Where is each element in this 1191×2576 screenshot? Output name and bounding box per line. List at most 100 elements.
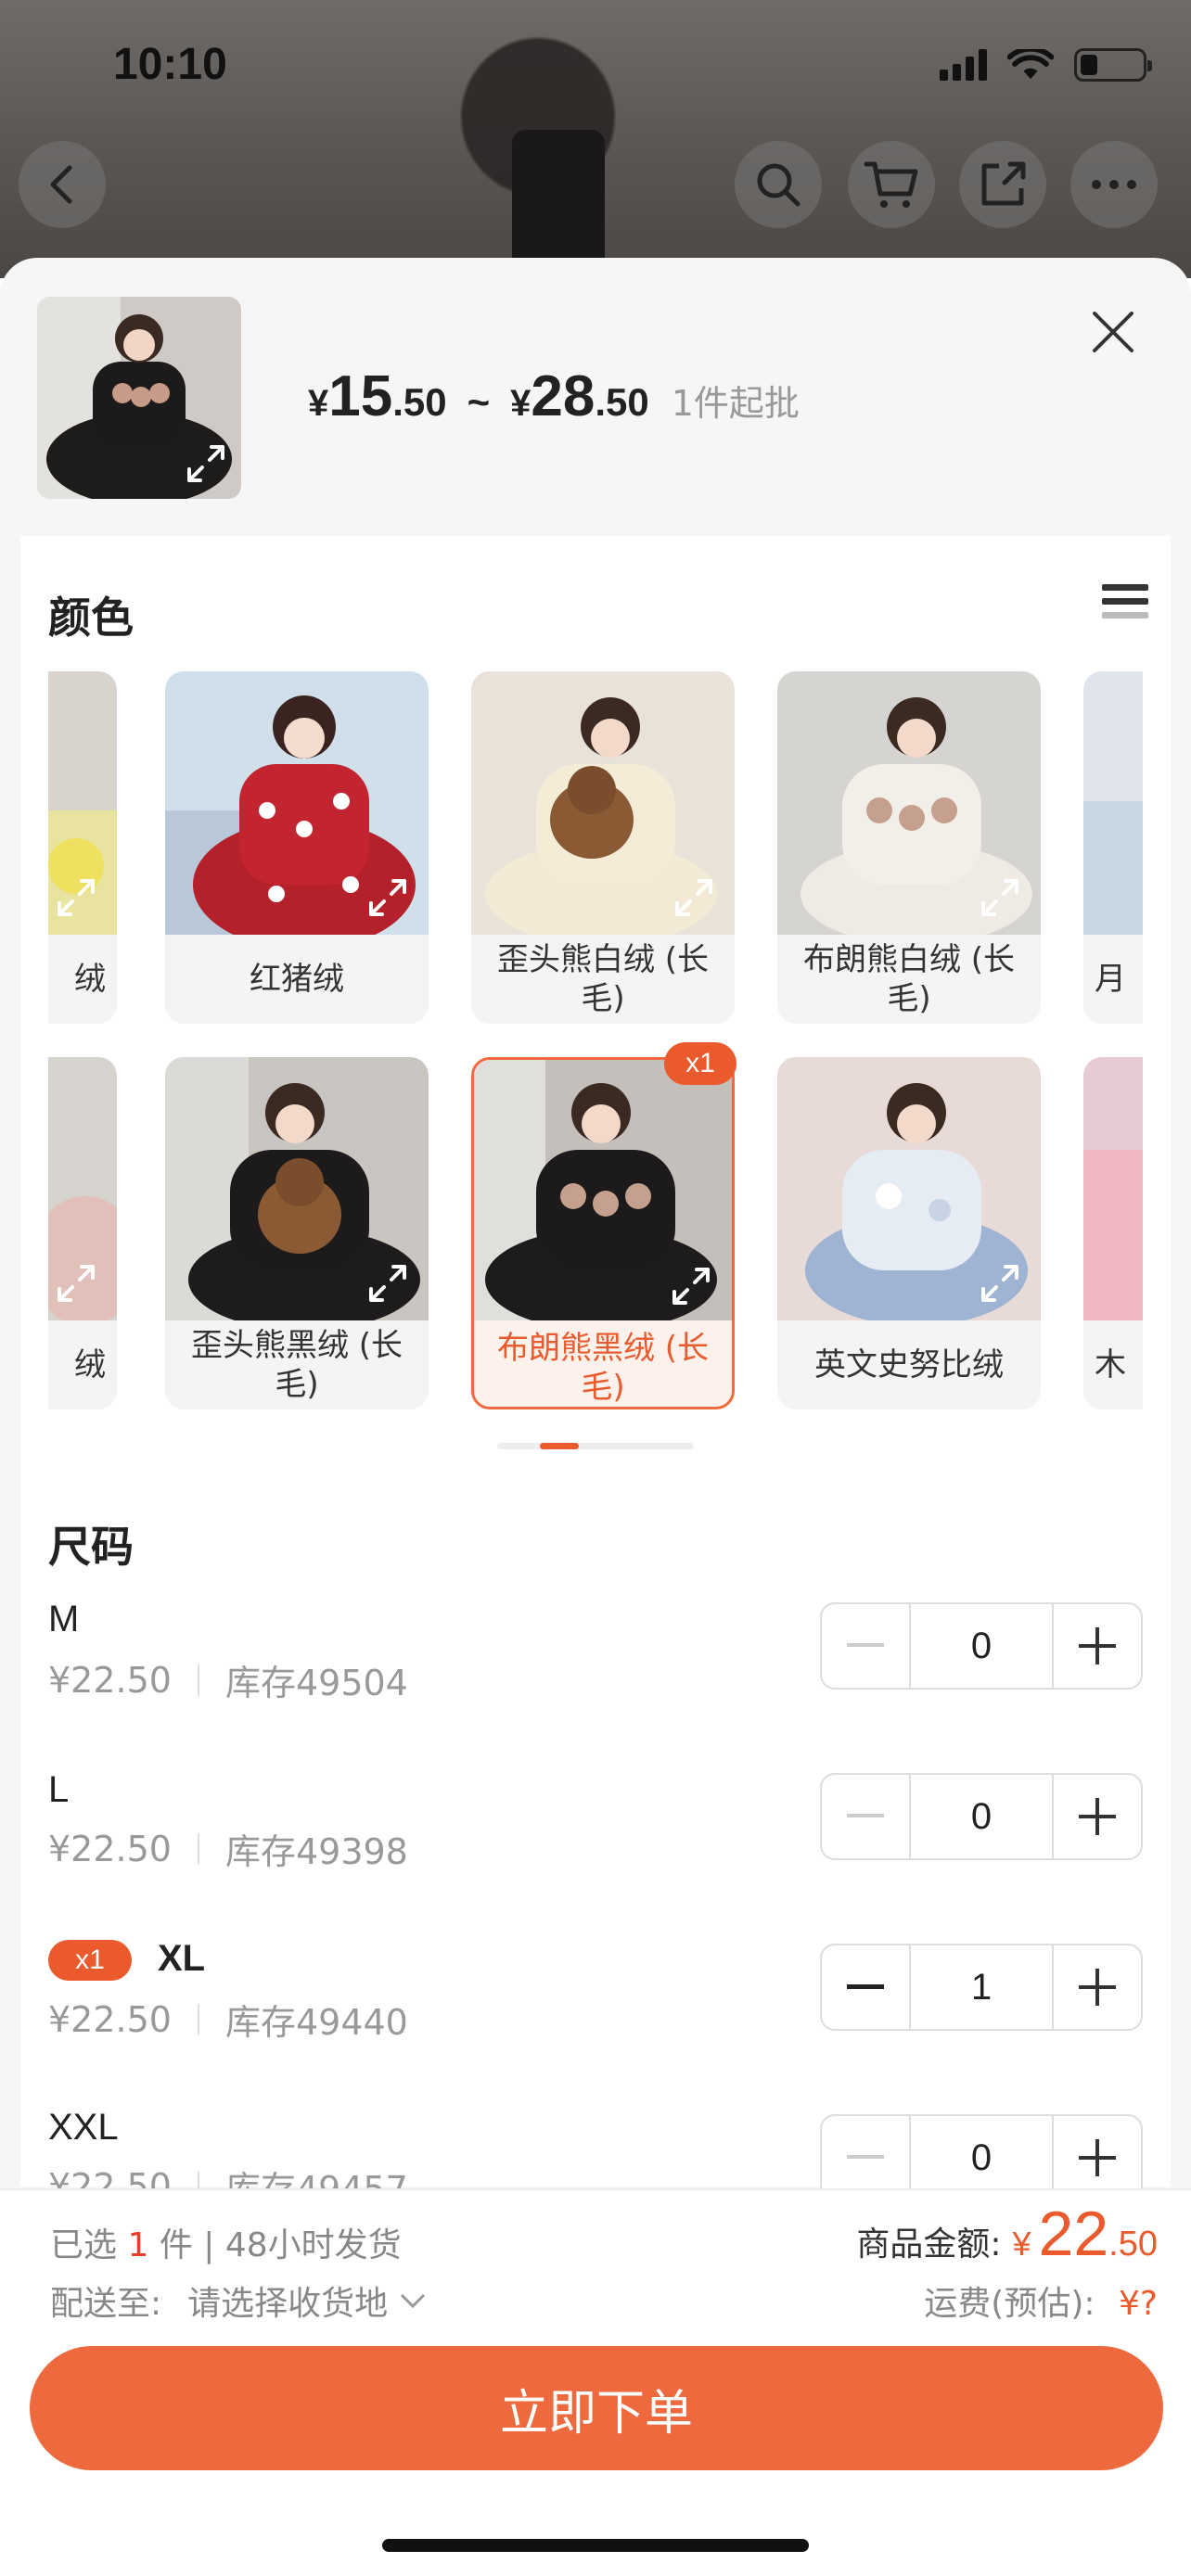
color-pager <box>497 1443 694 1449</box>
selected-product-thumbnail[interactable] <box>37 297 241 499</box>
increase-button[interactable] <box>1054 1604 1141 1688</box>
color-option-card[interactable]: 红猪绒 <box>165 671 429 1024</box>
share-icon <box>981 161 1026 206</box>
size-name: XXL <box>48 2107 119 2148</box>
search-icon <box>757 163 800 207</box>
color-option-card[interactable]: 月 <box>1083 671 1143 1024</box>
color-option-card[interactable]: 英文史努比绒 <box>777 1057 1041 1409</box>
color-option-label: 木 <box>1095 1346 1126 1384</box>
color-option-card[interactable]: 歪头熊黑绒 (长毛) <box>165 1057 429 1409</box>
price-high-decimal: .50 <box>595 380 649 424</box>
size-meta: ¥22.50 库存49504 <box>48 1654 408 1705</box>
color-option-label: 红猪绒 <box>250 961 344 998</box>
battery-icon <box>1074 48 1152 82</box>
expand-icon <box>981 1265 1018 1302</box>
size-name: XL <box>158 1938 206 1979</box>
size-price: ¥22.50 <box>48 1659 172 1701</box>
color-option-label: 绒 <box>74 1346 106 1384</box>
selected-prefix: 已选 <box>50 2226 118 2264</box>
color-option-card[interactable]: 歪头熊白绒 (长毛) <box>471 671 735 1024</box>
list-view-icon[interactable] <box>1102 584 1148 632</box>
color-option-card[interactable]: 木 <box>1083 1057 1143 1409</box>
close-icon[interactable] <box>1087 306 1139 358</box>
quantity-stepper: 0 <box>820 1773 1143 1860</box>
chevron-down-icon <box>401 2293 426 2309</box>
plus-icon <box>1079 1627 1116 1664</box>
expand-icon <box>58 879 95 916</box>
decrease-button[interactable] <box>822 1604 909 1688</box>
price-low-currency: ¥ <box>308 383 329 424</box>
cart-icon <box>864 161 918 208</box>
selected-count: 1 <box>127 2226 149 2264</box>
size-meta: ¥22.50 库存49398 <box>48 1823 408 1874</box>
amount-total: 商品金额: ¥ 22 .50 <box>856 2198 1158 2270</box>
selected-summary: 已选 1 件 | 48小时发货 <box>50 2218 402 2266</box>
place-order-button[interactable]: 立即下单 <box>30 2346 1163 2470</box>
freight-estimate: 运费(预估): ¥? <box>924 2276 1158 2325</box>
freight-label: 运费(预估): <box>924 2285 1095 2323</box>
quantity-stepper: 1 <box>820 1944 1143 2031</box>
back-button[interactable] <box>19 141 106 228</box>
color-option-card-selected[interactable]: 布朗熊黑绒 (长毛) <box>471 1057 735 1409</box>
decrease-button[interactable] <box>822 1775 909 1858</box>
size-stock: 库存49440 <box>224 2002 408 2043</box>
amount-label: 商品金额: <box>856 2225 1002 2264</box>
size-stock: 库存49398 <box>224 1831 408 1872</box>
search-button[interactable] <box>735 141 822 228</box>
price-low-decimal: .50 <box>392 380 447 424</box>
minus-icon <box>847 1814 884 1817</box>
status-time: 10:10 <box>113 40 227 89</box>
increase-button[interactable] <box>1054 2116 1141 2200</box>
decrease-button[interactable] <box>822 1945 909 2029</box>
color-option-label: 布朗熊黑绒 (长毛) <box>496 1330 710 1406</box>
expand-icon <box>369 1265 406 1302</box>
size-price: ¥22.50 <box>48 1998 172 2040</box>
color-option-label: 歪头熊黑绒 (长毛) <box>190 1327 403 1403</box>
size-name: M <box>48 1599 80 1639</box>
quantity-value[interactable]: 0 <box>909 1775 1054 1858</box>
home-indicator <box>382 2539 809 2552</box>
price-high-currency: ¥ <box>510 383 531 424</box>
wifi-icon <box>1007 49 1054 80</box>
selected-suffix: 件 | 48小时发货 <box>159 2226 402 2264</box>
more-icon <box>1092 180 1136 189</box>
size-count-badge: x1 <box>48 1940 132 1981</box>
ship-to-label: 配送至: <box>50 2285 162 2323</box>
quantity-value[interactable]: 1 <box>909 1945 1054 2029</box>
amount-integer: 22 <box>1038 2199 1109 2269</box>
increase-button[interactable] <box>1054 1775 1141 1858</box>
increase-button[interactable] <box>1054 1945 1141 2029</box>
color-option-label: 绒 <box>74 961 106 998</box>
expand-icon <box>981 879 1018 916</box>
size-stock: 库存49504 <box>224 1663 408 1703</box>
color-option-card[interactable]: 绒 <box>48 671 117 1024</box>
plus-icon <box>1079 1798 1116 1835</box>
background-phone-shape <box>512 130 605 269</box>
color-option-card[interactable]: 绒 <box>48 1057 117 1409</box>
share-button[interactable] <box>959 141 1046 228</box>
min-order-text: 1件起批 <box>671 383 800 424</box>
color-option-label: 英文史努比绒 <box>814 1346 1004 1384</box>
cart-button[interactable] <box>848 141 935 228</box>
ship-to-value: 请选择收货地 <box>187 2285 389 2323</box>
color-section-title: 颜色 <box>48 593 134 643</box>
minus-icon <box>847 1643 884 1647</box>
minus-icon <box>847 1984 884 1989</box>
price-tilde: ~ <box>467 380 491 424</box>
expand-icon <box>187 445 224 482</box>
quantity-value[interactable]: 0 <box>909 2116 1054 2200</box>
expand-icon <box>675 879 712 916</box>
color-option-card[interactable]: 布朗熊白绒 (长毛) <box>777 671 1041 1024</box>
decrease-button[interactable] <box>822 2116 909 2200</box>
freight-value: ¥? <box>1118 2285 1158 2323</box>
signal-icon <box>940 49 987 81</box>
size-meta: ¥22.50 库存49440 <box>48 1994 408 2045</box>
expand-icon <box>672 1268 710 1305</box>
ship-to-selector[interactable]: 配送至: 请选择收货地 <box>50 2276 427 2325</box>
size-price: ¥22.50 <box>48 1828 172 1869</box>
status-icons <box>940 48 1152 82</box>
quantity-value[interactable]: 0 <box>909 1604 1054 1688</box>
more-button[interactable] <box>1070 141 1158 228</box>
expand-icon <box>369 879 406 916</box>
pager-active-indicator <box>540 1443 579 1449</box>
